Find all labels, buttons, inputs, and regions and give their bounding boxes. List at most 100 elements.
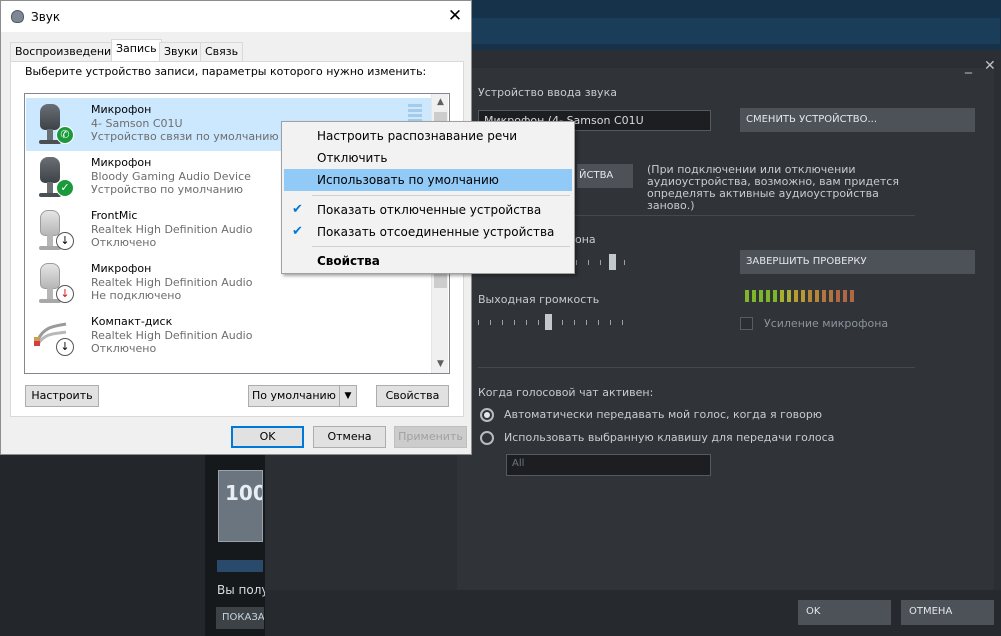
meter-segment: [829, 290, 833, 302]
meter-segment: [850, 290, 854, 302]
meter-segment: [801, 290, 805, 302]
device-name: FrontMic: [91, 209, 138, 222]
mic-volume-slider-thumb[interactable]: [609, 254, 616, 270]
close-icon[interactable]: ✕: [984, 58, 996, 74]
menu-item-label: Использовать по умолчанию: [317, 173, 499, 187]
change-device-button[interactable]: СМЕНИТЬ УСТРОЙСТВО...: [740, 108, 975, 132]
configure-button[interactable]: Настроить: [25, 385, 99, 407]
steam-header-banner: [470, 18, 1000, 44]
ok-button[interactable]: OK: [231, 426, 304, 448]
meter-segment: [794, 290, 798, 302]
meter-segment: [759, 290, 763, 302]
menu-item-configure-speech[interactable]: Настроить распознавание речи: [284, 125, 572, 147]
menu-separator: [312, 195, 570, 196]
device-status: Устройство по умолчанию: [91, 183, 244, 196]
device-name: Компакт-диск: [91, 315, 173, 328]
menu-separator: [312, 246, 570, 247]
apply-button[interactable]: Применить: [394, 426, 467, 448]
device-status: Не подключено: [91, 289, 182, 302]
slider-ticks: [576, 260, 629, 265]
separator: [478, 367, 915, 368]
tab-recording[interactable]: Запись: [111, 39, 162, 62]
device-description: Bloody Gaming Audio Device: [91, 170, 251, 183]
scroll-up-icon[interactable]: ▲: [432, 94, 449, 111]
menu-item-label: Отключить: [317, 151, 388, 165]
tab-playback[interactable]: Воспроизведение: [10, 42, 123, 61]
mic-boost-checkbox[interactable]: [740, 317, 753, 330]
steam-cancel-button[interactable]: ОТМЕНА: [901, 600, 994, 625]
steam-badge-image: 100: [218, 470, 263, 542]
meter-segment: [836, 290, 840, 302]
menu-item-set-default[interactable]: Использовать по умолчанию: [284, 169, 572, 191]
device-description: Realtek High Definition Audio: [91, 276, 253, 289]
device-name: Микрофон: [91, 103, 152, 116]
input-device-label: Устройство ввода звука: [478, 86, 617, 99]
push-to-talk-key-field[interactable]: All: [506, 454, 711, 476]
tab-communications[interactable]: Связь: [200, 42, 244, 61]
menu-item-label: Показать отсоединенные устройства: [317, 225, 555, 239]
menu-item-label: Свойства: [317, 254, 380, 268]
scroll-down-icon[interactable]: ▼: [432, 356, 449, 373]
minimize-icon[interactable]: _: [965, 58, 972, 74]
instruction-text: Выберите устройство записи, параметры ко…: [25, 65, 427, 78]
menu-item-show-disabled[interactable]: ✔ Показать отключенные устройства: [284, 199, 572, 221]
meter-segment: [745, 290, 749, 302]
device-description: Realtek High Definition Audio: [91, 223, 253, 236]
close-icon[interactable]: ✕: [441, 4, 469, 29]
phone-badge-icon: ✆: [56, 126, 74, 144]
meter-segment: [822, 290, 826, 302]
steam-progress-bar: [217, 560, 263, 572]
voice-level-meter: [745, 290, 897, 302]
cancel-button[interactable]: Отмена: [313, 426, 386, 448]
output-volume-slider-thumb[interactable]: [545, 314, 552, 330]
microphone-icon: [40, 263, 60, 289]
set-default-button[interactable]: По умолчанию: [248, 385, 340, 407]
device-name: Микрофон: [91, 156, 152, 169]
device-note-text: (При подключении или отключении аудиоуст…: [647, 163, 899, 212]
mic-volume-slider[interactable]: [576, 254, 629, 270]
list-item-device[interactable]: ↓ Компакт-диск Realtek High Definition A…: [26, 310, 434, 363]
meter-segment: [766, 290, 770, 302]
menu-item-disable[interactable]: Отключить: [284, 147, 572, 169]
radio-push-to-talk-label: Использовать выбранную клавишу для перед…: [504, 431, 835, 444]
red-down-arrow-badge-icon: ↓: [56, 285, 74, 303]
meter-segment: [843, 290, 847, 302]
dialog-titlebar[interactable]: Звук ✕: [1, 1, 471, 32]
checkmark-icon: ✔: [292, 224, 303, 239]
meter-segment: [808, 290, 812, 302]
meter-segment: [752, 290, 756, 302]
audio-devices-button[interactable]: ЙСТВА: [577, 164, 633, 188]
tab-sounds[interactable]: Звуки: [159, 42, 203, 61]
menu-item-show-disconnected[interactable]: ✔ Показать отсоединенные устройства: [284, 221, 572, 243]
steam-show-button[interactable]: ПОКАЗАТ: [216, 607, 264, 629]
slider-ticks: [478, 320, 630, 325]
mic-volume-label: она: [575, 233, 596, 246]
down-arrow-badge-icon: ↓: [56, 232, 74, 250]
steam-ok-button[interactable]: OK: [798, 600, 891, 625]
meter-segment: [773, 290, 777, 302]
set-default-dropdown-arrow-icon[interactable]: ▼: [339, 385, 357, 407]
meter-segment: [787, 290, 791, 302]
dialog-title: Звук: [31, 10, 61, 24]
down-arrow-badge-icon: ↓: [56, 338, 74, 356]
menu-item-properties[interactable]: Свойства: [284, 250, 572, 272]
steam-notification-text: Вы полу: [217, 583, 269, 597]
microphone-icon: [40, 104, 60, 130]
radio-auto-transmit[interactable]: [480, 408, 494, 422]
microphone-icon: [40, 157, 60, 183]
mic-boost-label: Усиление микрофона: [764, 317, 889, 330]
radio-push-to-talk[interactable]: [480, 431, 494, 445]
device-status: Отключено: [91, 342, 157, 355]
device-description: Realtek High Definition Audio: [91, 329, 253, 342]
voice-active-label: Когда голосовой чат активен:: [478, 386, 654, 399]
check-badge-icon: ✓: [56, 179, 74, 197]
device-name: Микрофон: [91, 262, 152, 275]
device-status: Устройство связи по умолчанию: [91, 130, 279, 143]
properties-button[interactable]: Свойства: [376, 385, 449, 407]
output-volume-slider[interactable]: [478, 314, 630, 330]
menu-item-label: Показать отключенные устройства: [317, 203, 542, 217]
output-volume-label: Выходная громкость: [478, 293, 600, 306]
menu-item-label: Настроить распознавание речи: [317, 129, 518, 143]
finish-test-button[interactable]: ЗАВЕРШИТЬ ПРОВЕРКУ: [740, 250, 975, 274]
meter-segment: [815, 290, 819, 302]
